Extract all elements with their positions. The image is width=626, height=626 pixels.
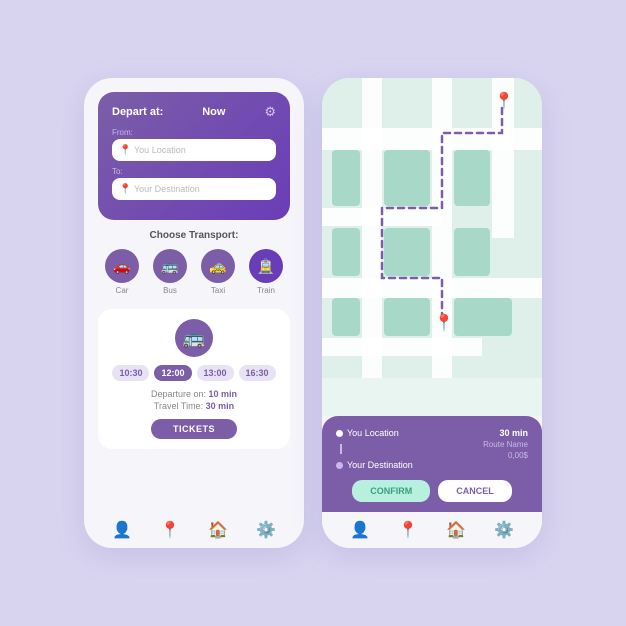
phone-right: 📍 📍 You Location Your De — [322, 78, 542, 548]
info-card-inner: You Location Your Destination 30 min Rou… — [336, 428, 528, 470]
nav-settings-icon[interactable]: ⚙️ — [256, 520, 276, 540]
train-icon: 🚊 — [249, 249, 283, 283]
departure-value: 10 min — [209, 389, 238, 399]
route-price: 0,00$ — [508, 451, 528, 460]
phones-container: Depart at: Now ⚙ From: 📍 You Location To… — [84, 78, 542, 548]
taxi-icon: 🚕 — [201, 249, 235, 283]
map-dest-pin: 📍 — [434, 313, 454, 332]
time-chip-1630[interactable]: 16:30 — [239, 365, 276, 381]
from-group: From: 📍 You Location — [112, 128, 276, 161]
left-bottom-nav: 👤 📍 🏠 ⚙️ — [84, 512, 304, 548]
route-time: 30 min — [499, 428, 528, 438]
transport-train[interactable]: 🚊 Train — [249, 249, 283, 295]
cancel-button[interactable]: CANCEL — [438, 480, 512, 502]
tickets-button[interactable]: TICKETS — [151, 419, 237, 439]
right-bottom-nav: 👤 📍 🏠 ⚙️ — [322, 512, 542, 548]
nav-location-icon[interactable]: 📍 — [160, 520, 180, 540]
travel-value: 30 min — [206, 401, 235, 411]
gear-icon[interactable]: ⚙ — [264, 104, 276, 120]
to-placeholder: Your Destination — [134, 184, 200, 194]
from-placeholder: You Location — [134, 145, 186, 155]
from-pin-icon: 📍 — [119, 145, 131, 156]
dest-stop: Your Destination — [336, 460, 473, 470]
bus-label: Bus — [163, 286, 177, 295]
map-svg: 📍 📍 — [322, 78, 542, 378]
time-chip-1030[interactable]: 10:30 — [112, 365, 149, 381]
right-nav-settings-icon[interactable]: ⚙️ — [494, 520, 514, 540]
info-card: You Location Your Destination 30 min Rou… — [322, 416, 542, 512]
depart-value: Now — [202, 106, 225, 118]
transport-title: Choose Transport: — [98, 230, 290, 241]
route-name: Route Name — [483, 440, 528, 449]
bus-icon: 🚌 — [153, 249, 187, 283]
transport-section: Choose Transport: 🚗 Car 🚌 Bus 🚕 Taxi 🚊 T… — [84, 220, 304, 299]
transport-taxi[interactable]: 🚕 Taxi — [201, 249, 235, 295]
to-input[interactable]: 📍 Your Destination — [112, 178, 276, 200]
nav-profile-icon[interactable]: 👤 — [112, 520, 132, 540]
to-pin-icon: 📍 — [119, 184, 131, 195]
map-area: 📍 📍 — [322, 78, 542, 416]
from-input[interactable]: 📍 You Location — [112, 139, 276, 161]
transport-bus[interactable]: 🚌 Bus — [153, 249, 187, 295]
train-label: Train — [257, 286, 275, 295]
nav-home-icon[interactable]: 🏠 — [208, 520, 228, 540]
depart-row: Depart at: Now ⚙ — [112, 104, 276, 120]
right-nav-profile-icon[interactable]: 👤 — [350, 520, 370, 540]
origin-dot — [336, 430, 343, 437]
right-nav-location-icon[interactable]: 📍 — [398, 520, 418, 540]
time-chips: 10:30 12:00 13:00 16:30 — [112, 365, 275, 381]
schedule-card: 🚌 10:30 12:00 13:00 16:30 Departure on: … — [98, 309, 290, 449]
to-label: To: — [112, 167, 276, 176]
time-chip-1300[interactable]: 13:00 — [197, 365, 234, 381]
car-icon: 🚗 — [105, 249, 139, 283]
time-chip-1200[interactable]: 12:00 — [154, 365, 191, 381]
departure-info: Departure on: 10 min — [151, 389, 237, 399]
transport-car[interactable]: 🚗 Car — [105, 249, 139, 295]
depart-label: Depart at: — [112, 106, 163, 118]
action-buttons: CONFIRM CANCEL — [336, 480, 528, 502]
travel-info: Travel Time: 30 min — [154, 401, 234, 411]
schedule-bus-icon: 🚌 — [175, 319, 213, 357]
car-label: Car — [116, 286, 129, 295]
map-origin-pin: 📍 — [494, 91, 514, 110]
header-card: Depart at: Now ⚙ From: 📍 You Location To… — [98, 92, 290, 220]
to-group: To: 📍 Your Destination — [112, 167, 276, 200]
origin-stop: You Location — [336, 428, 473, 438]
transport-icons: 🚗 Car 🚌 Bus 🚕 Taxi 🚊 Train — [98, 249, 290, 295]
confirm-button[interactable]: CONFIRM — [352, 480, 430, 502]
from-label: From: — [112, 128, 276, 137]
origin-label: You Location — [347, 428, 399, 438]
dest-label: Your Destination — [347, 460, 413, 470]
dest-dot — [336, 462, 343, 469]
taxi-label: Taxi — [211, 286, 225, 295]
route-info-right: 30 min Route Name 0,00$ — [483, 428, 528, 470]
phone-left: Depart at: Now ⚙ From: 📍 You Location To… — [84, 78, 304, 548]
right-nav-home-icon[interactable]: 🏠 — [446, 520, 466, 540]
